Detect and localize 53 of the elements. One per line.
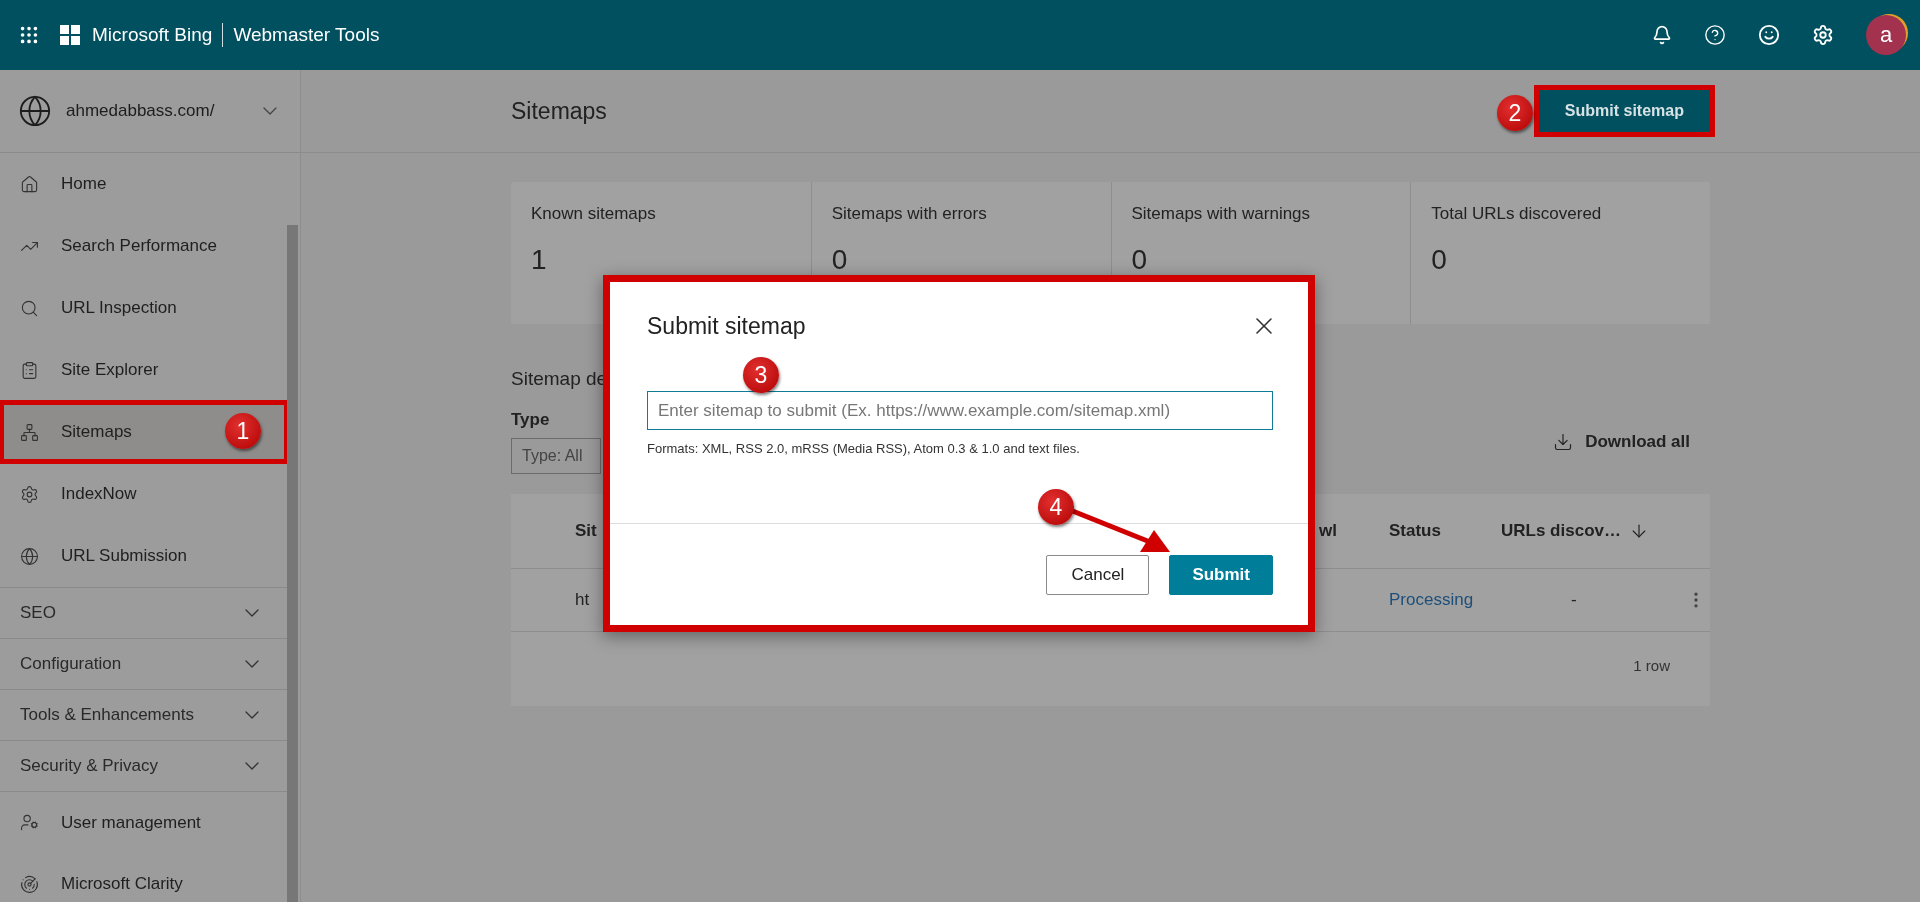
sidebar-item[interactable]: URL Inspection xyxy=(0,277,288,339)
globe-icon xyxy=(20,546,39,566)
stat-label: Total URLs discovered xyxy=(1431,204,1603,224)
format-hint: Formats: XML, RSS 2.0, mRSS (Media RSS), Atom 0.3 & 1.0 and text files. xyxy=(647,441,1081,456)
stat-value: 1 xyxy=(531,244,548,276)
submit-button[interactable]: Submit xyxy=(1169,554,1273,595)
sidebar-item[interactable]: Home xyxy=(0,153,288,215)
table-cell-text: - xyxy=(1570,590,1578,610)
sidebar-item[interactable]: URL Submission xyxy=(0,525,288,587)
cancel-button[interactable]: Cancel xyxy=(1046,554,1150,595)
row-count: 1 row xyxy=(1633,657,1670,674)
stat-value: 0 xyxy=(831,244,849,276)
download-all-link[interactable]: Download all xyxy=(1553,432,1690,452)
page-title: Sitemaps xyxy=(511,97,607,125)
type-filter-field[interactable]: Type: All xyxy=(511,438,601,474)
table-cell-text: ht xyxy=(575,590,591,610)
product-name: Webmaster Tools xyxy=(233,24,380,46)
feedback-icon[interactable] xyxy=(1758,24,1780,46)
brand-name: Microsoft Bing xyxy=(92,24,213,46)
checklist-icon xyxy=(20,360,39,380)
hierarchy-icon xyxy=(20,422,39,442)
stat-label: Sitemaps with errors xyxy=(831,204,988,224)
gear-icon xyxy=(20,484,39,504)
step-number-badge: 2 xyxy=(1497,95,1533,131)
settings-icon[interactable] xyxy=(1812,24,1834,46)
download-icon xyxy=(1553,432,1574,452)
column-header[interactable]: URLs discov… xyxy=(1501,521,1681,541)
scrollbar[interactable] xyxy=(287,225,298,902)
sidebar-item[interactable]: Search Performance xyxy=(0,215,288,277)
stat-label: Known sitemaps xyxy=(531,204,657,224)
globe-icon xyxy=(18,94,52,128)
help-icon[interactable] xyxy=(1704,24,1726,46)
dialog-title: Submit sitemap xyxy=(647,312,806,340)
stat-value: 0 xyxy=(1431,244,1448,276)
home-icon xyxy=(20,174,39,194)
status-link[interactable]: Processing xyxy=(1389,590,1501,610)
radar-icon xyxy=(20,874,39,894)
search-icon xyxy=(20,298,39,318)
filter-label: Type xyxy=(511,410,551,430)
notifications-icon[interactable] xyxy=(1652,25,1672,45)
sidebar-item[interactable]: Microsoft Clarity xyxy=(0,853,288,902)
sidebar-item[interactable]: IndexNow xyxy=(0,463,288,525)
site-selector[interactable]: ahmedabbass.com/ xyxy=(0,70,300,153)
windows-logo-icon xyxy=(60,25,80,45)
user-avatar[interactable]: a xyxy=(1866,15,1906,55)
column-header[interactable]: wl xyxy=(1319,521,1389,541)
user-gear-icon xyxy=(20,813,39,832)
column-header[interactable]: Status xyxy=(1389,521,1501,541)
sitemap-url-field[interactable]: Enter sitemap to submit (Ex. https://www.example.com/sitemap.xml) xyxy=(647,391,1273,430)
stat-label: Sitemaps with warnings xyxy=(1131,204,1312,224)
app-launcher-icon[interactable] xyxy=(18,24,40,46)
sidebar-item[interactable]: Site Explorer xyxy=(0,339,288,401)
stat-value: 0 xyxy=(1131,244,1149,276)
